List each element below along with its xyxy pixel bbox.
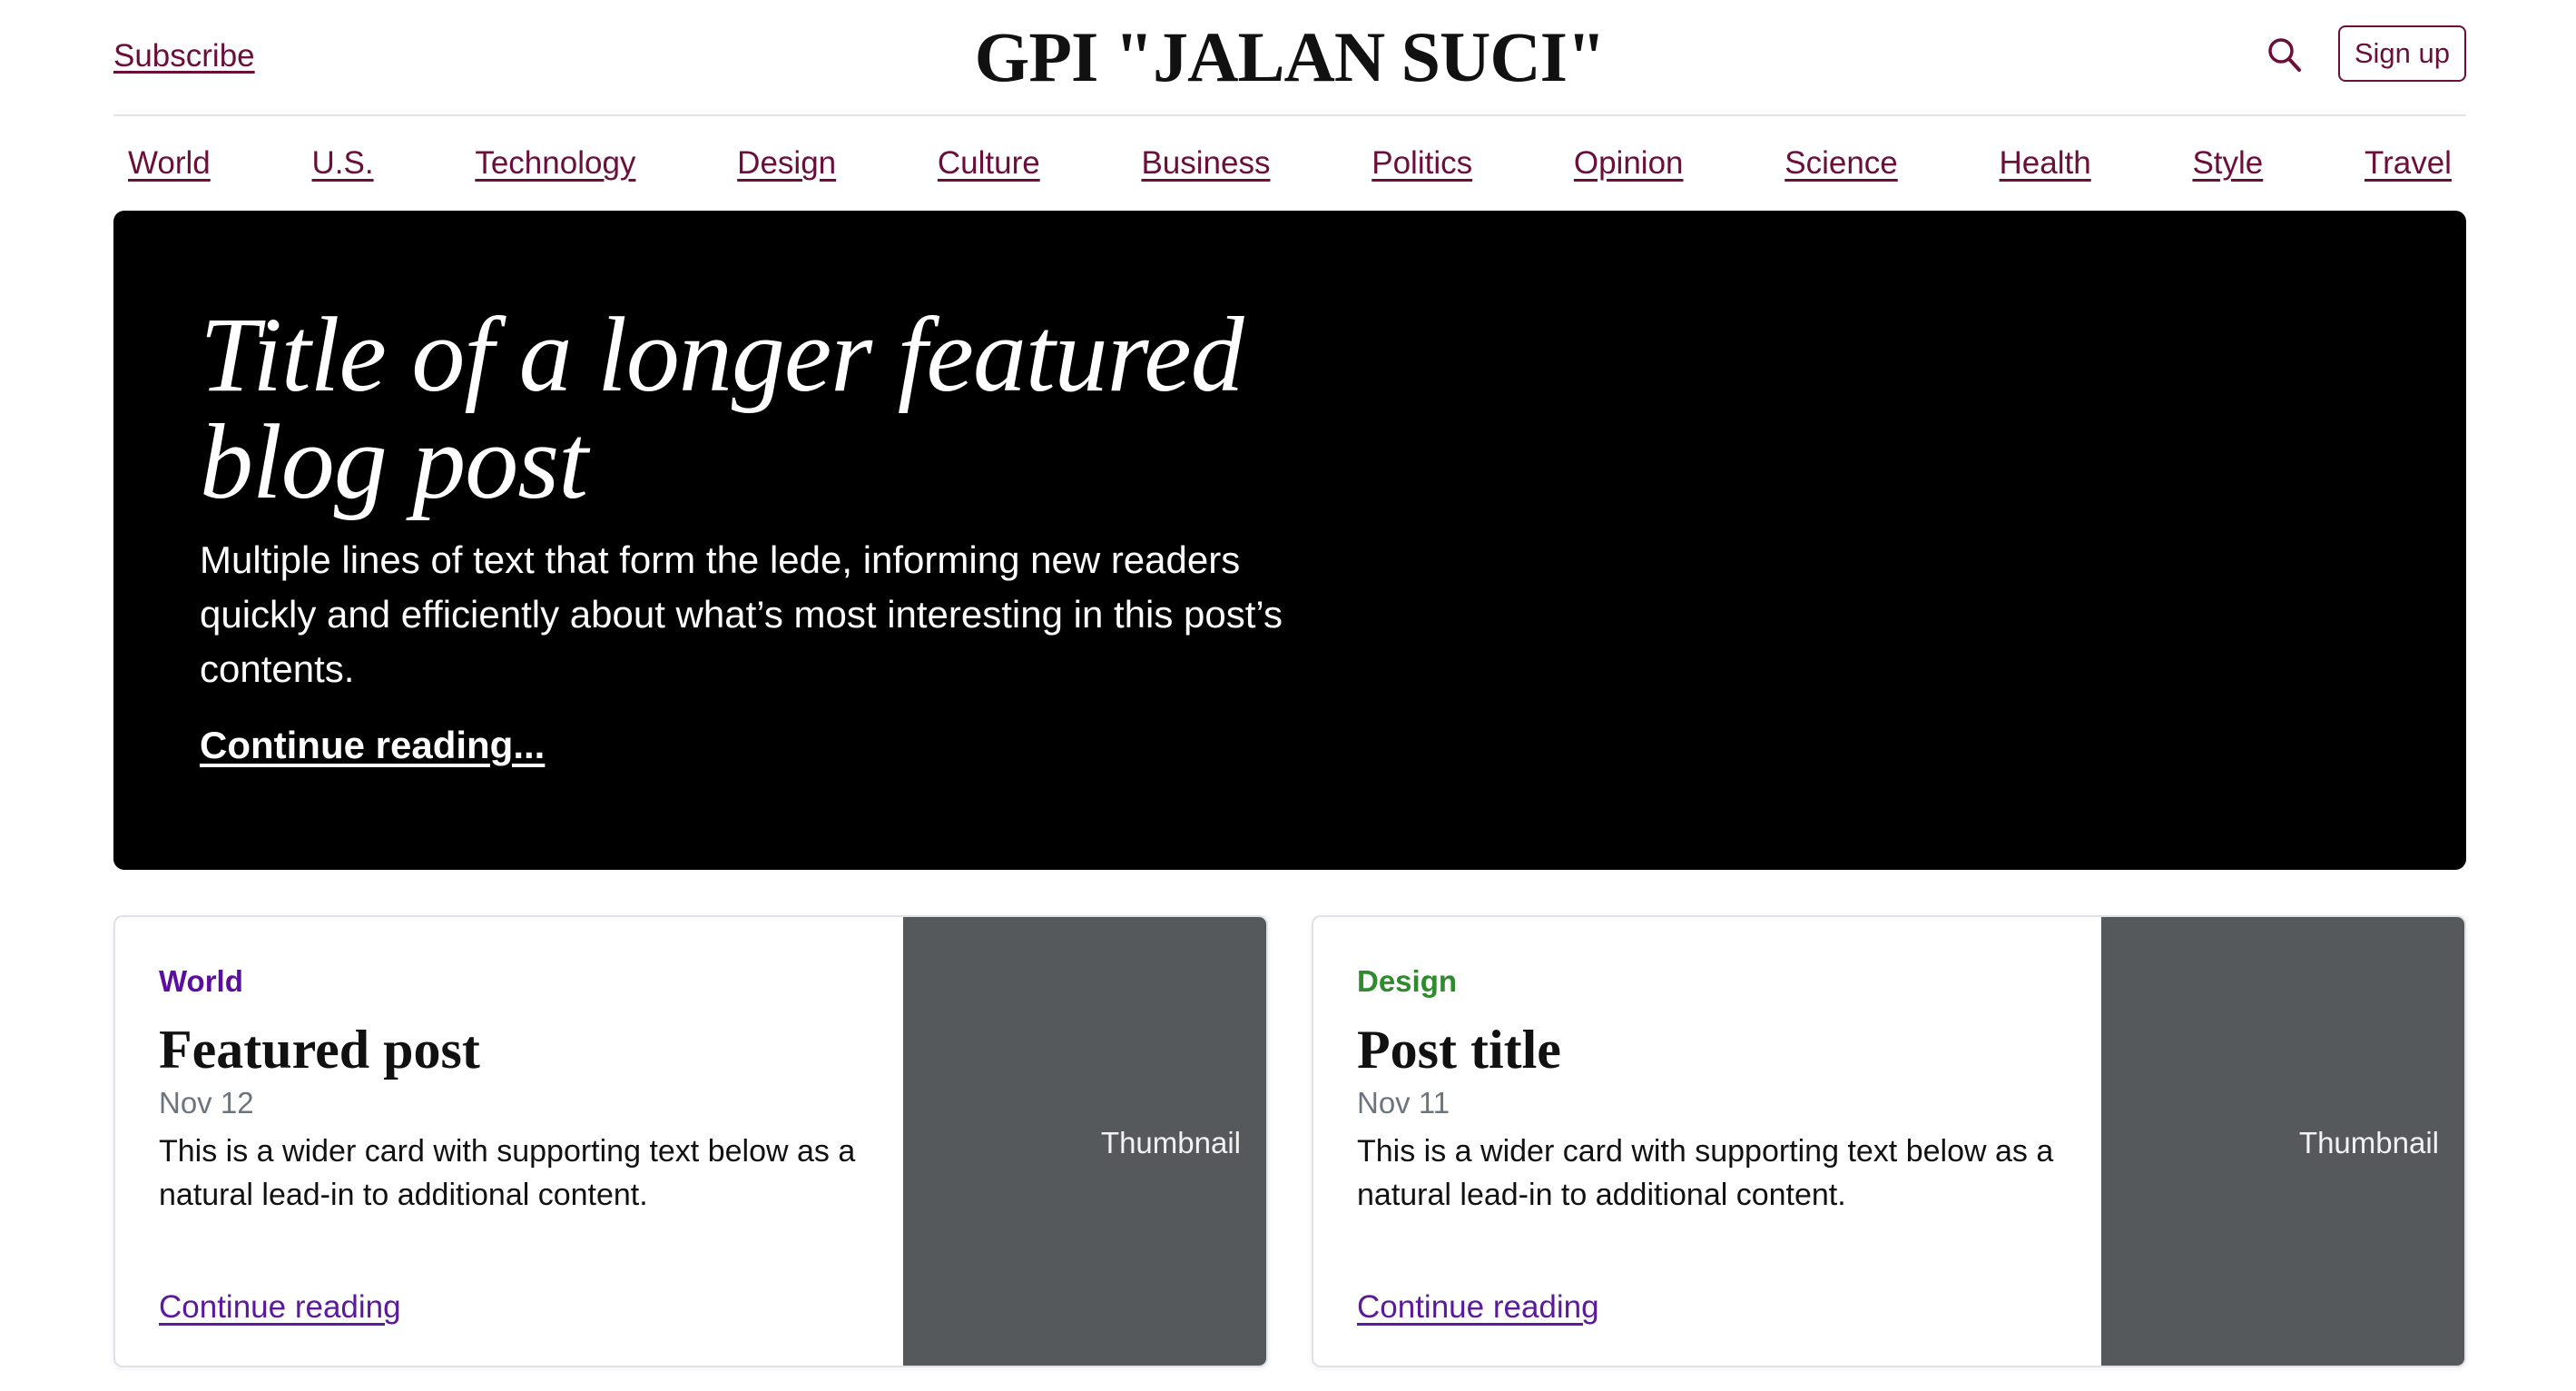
page-container: Subscribe GPI "JALAN SUCI" Sign up World… [113,0,2466,1367]
featured-hero: Title of a longer featured blog post Mul… [113,211,2466,870]
search-icon[interactable] [2266,36,2303,74]
card-thumbnail: Thumbnail [2101,917,2464,1366]
nav-item-design[interactable]: Design [737,145,836,182]
hero-title: Title of a longer featured blog post [200,295,1244,521]
card-title: Post title [1357,1020,1561,1080]
nav-item-politics[interactable]: Politics [1372,145,1472,182]
nav-item-business[interactable]: Business [1141,145,1270,182]
card-category: World [159,964,243,998]
thumbnail-label: Thumbnail [1100,1126,1241,1159]
hero-continue-link[interactable]: Continue reading... [200,724,545,767]
card-date: Nov 12 [159,1086,254,1120]
nav-item-world[interactable]: World [128,145,211,182]
category-nav: World U.S. Technology Design Culture Bus… [113,116,2466,211]
nav-item-science[interactable]: Science [1785,145,1898,182]
nav-item-health[interactable]: Health [2000,145,2091,182]
site-brand: GPI "JALAN SUCI" [974,17,1607,96]
thumbnail-label: Thumbnail [2298,1126,2439,1159]
card-text: This is a wider card with supporting tex… [1357,1134,2054,1212]
card-thumbnail: Thumbnail [903,917,1266,1366]
post-cards: World Featured post Nov 12 This is a wid… [113,915,2466,1367]
card-text: This is a wider card with supporting tex… [159,1134,856,1212]
card-category: Design [1357,964,1458,998]
post-card: Design Post title Nov 11 This is a wider… [1312,915,2466,1367]
post-card: World Featured post Nov 12 This is a wid… [113,915,1268,1367]
site-header: Subscribe GPI "JALAN SUCI" Sign up [113,0,2466,116]
card-title: Featured post [159,1020,480,1080]
signup-button[interactable]: Sign up [2337,25,2466,82]
nav-item-culture[interactable]: Culture [938,145,1040,182]
card-continue-link[interactable]: Continue reading [1357,1289,1599,1326]
nav-item-technology[interactable]: Technology [475,145,635,182]
card-body: World Featured post Nov 12 This is a wid… [159,917,903,1366]
card-body: Design Post title Nov 11 This is a wider… [1357,917,2101,1366]
card-continue-link[interactable]: Continue reading [159,1289,401,1326]
hero-lede: Multiple lines of text that form the led… [200,538,1283,690]
subscribe-link[interactable]: Subscribe [113,38,255,74]
card-date: Nov 11 [1357,1086,1450,1120]
nav-item-style[interactable]: Style [2192,145,2263,182]
nav-item-travel[interactable]: Travel [2365,145,2452,182]
nav-item-opinion[interactable]: Opinion [1574,145,1684,182]
nav-item-us[interactable]: U.S. [312,145,374,182]
